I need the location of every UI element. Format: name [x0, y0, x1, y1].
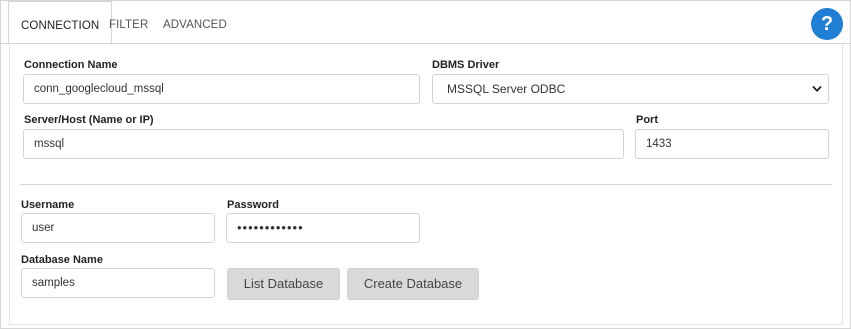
tab-advanced[interactable]: ADVANCED	[151, 1, 239, 43]
password-input[interactable]: ••••••••••••	[226, 213, 420, 243]
port-label: Port	[636, 114, 658, 126]
section-divider	[20, 184, 832, 185]
password-label: Password	[227, 199, 279, 211]
dbms-driver-label: DBMS Driver	[432, 59, 500, 71]
connection-name-label: Connection Name	[24, 59, 118, 71]
dbms-driver-select[interactable]: MSSQL Server ODBC	[432, 74, 829, 104]
create-database-button[interactable]: Create Database	[347, 268, 479, 300]
port-input[interactable]: 1433	[635, 129, 829, 159]
server-host-input[interactable]: mssql	[23, 129, 624, 159]
chevron-down-icon	[812, 86, 822, 92]
server-host-label: Server/Host (Name or IP)	[24, 114, 154, 126]
list-database-button[interactable]: List Database	[227, 268, 340, 300]
username-label: Username	[21, 199, 75, 211]
username-input[interactable]: user	[21, 213, 215, 243]
help-icon[interactable]: ?	[811, 8, 843, 40]
database-name-input[interactable]: samples	[21, 268, 215, 298]
dbms-driver-value: MSSQL Server ODBC	[447, 82, 566, 96]
connection-dialog: CONNECTION FILTER ADVANCED ? Connection …	[0, 0, 851, 329]
tab-bar: CONNECTION FILTER ADVANCED	[1, 1, 850, 44]
connection-name-input[interactable]: conn_googlecloud_mssql	[23, 74, 420, 104]
database-name-label: Database Name	[21, 254, 103, 266]
